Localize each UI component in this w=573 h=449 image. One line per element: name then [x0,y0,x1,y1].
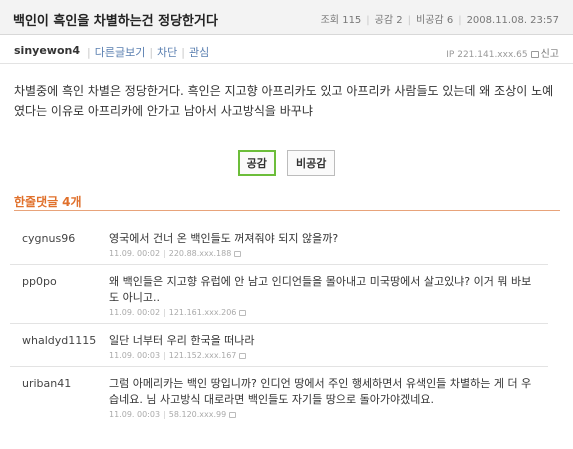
author-name[interactable]: sinyewon4 [14,44,80,57]
comment-item: cygnus96 영국에서 건너 온 백인들도 꺼져줘야 되지 않을까? 11.… [10,222,548,264]
comments-label: 한줄댓글 [14,195,59,209]
post-header: 백인이 흑인을 차별하는건 정당한거다 조회 115 | 공감 2 | 비공감 6 | 20… [0,0,573,35]
comment-ip: 58.120.xxx.99 [168,410,227,419]
lock-icon [530,51,539,58]
comment-item: whaldyd1115 일단 너부터 우리 한국을 떠나라 11.09. 00:… [10,323,548,366]
comment-user[interactable]: cygnus96 [22,232,75,245]
post-meta: 조회 115 | 공감 2 | 비공감 6 | 2008.11.08. 23:57 [320,15,559,26]
comment-item: uriban41 그럼 아메리카는 백인 땅입니까? 인디언 땅에서 주인 행세… [10,366,548,425]
block-link[interactable]: 차단 [157,46,177,59]
comment-meta: 11.09. 00:03 | 121.152.xxx.167 [109,349,548,366]
comment-date: 11.09. 00:02 [109,308,161,317]
comments-header: 한줄댓글 4개 [14,193,82,210]
comment-date: 11.09. 00:03 [109,410,161,419]
comment-user[interactable]: uriban41 [22,377,71,390]
comment-meta: 11.09. 00:02 | 220.88.xxx.188 [109,247,548,264]
favorite-link[interactable]: 관심 [189,46,209,59]
comment-meta: 11.09. 00:02 | 121.161.xxx.206 [109,306,548,323]
comment-ip: 220.88.xxx.188 [168,249,232,258]
comment-text: 왜 백인들은 지고향 유럽에 안 남고 인디언들을 몰아내고 미국땅에서 살고있… [109,275,532,304]
comment-date: 11.09. 00:02 [109,249,161,258]
comment-ip: 121.161.xxx.206 [168,308,237,317]
agree-button[interactable]: 공감 [237,150,276,176]
views-label: 조회 [320,15,340,26]
comments-count: 4개 [62,195,82,209]
vote-box: 공감 비공감 [0,150,573,176]
likes-count: 2 [396,15,403,26]
comment-date: 11.09. 00:03 [109,351,161,360]
other-posts-link[interactable]: 다른글보기 [95,46,146,59]
author-ip: IP 221.141.xxx.65 [446,50,528,60]
lock-icon [239,353,247,359]
post-body: 차별중에 흑인 차별은 정당한거다. 흑인은 지고향 아프리카도 있고 아프리카… [14,84,554,118]
comment-text: 일단 너부터 우리 한국을 떠나라 [109,334,255,347]
comment-text: 그럼 아메리카는 백인 땅입니까? 인디언 땅에서 주인 행세하면서 유색인들 … [109,377,532,406]
comment-meta: 11.09. 00:03 | 58.120.xxx.99 [109,408,548,425]
dislikes-label: 비공감 [416,15,444,26]
ip-row: IP 221.141.xxx.65 신고 [446,45,559,60]
comment-item: pp0po 왜 백인들은 지고향 유럽에 안 남고 인디언들을 몰아내고 미국땅… [10,264,548,323]
post-datetime: 2008.11.08. 23:57 [466,15,559,26]
comment-ip: 121.152.xxx.167 [168,351,237,360]
comments-divider [14,210,560,211]
dislikes-count: 6 [446,15,454,26]
lock-icon [239,310,247,316]
views-count: 115 [342,15,362,26]
lock-icon [234,251,242,257]
disagree-button[interactable]: 비공감 [286,150,336,176]
lock-icon [229,412,237,418]
comment-user[interactable]: whaldyd1115 [22,334,96,347]
comment-text: 영국에서 건너 온 백인들도 꺼져줘야 되지 않을까? [109,232,339,245]
comment-list: cygnus96 영국에서 건너 온 백인들도 꺼져줘야 되지 않을까? 11.… [0,222,573,425]
report-link[interactable]: 신고 [541,49,559,60]
author-links: | 다른글보기 | 차단 | 관심 [87,46,210,59]
comment-user[interactable]: pp0po [22,275,57,288]
likes-label: 공감 [374,15,394,26]
post-title: 백인이 흑인을 차별하는건 정당한거다 [13,14,218,29]
author-row: sinyewon4 | 다른글보기 | 차단 | 관심 IP 221.141.xxx.65… [0,35,573,64]
